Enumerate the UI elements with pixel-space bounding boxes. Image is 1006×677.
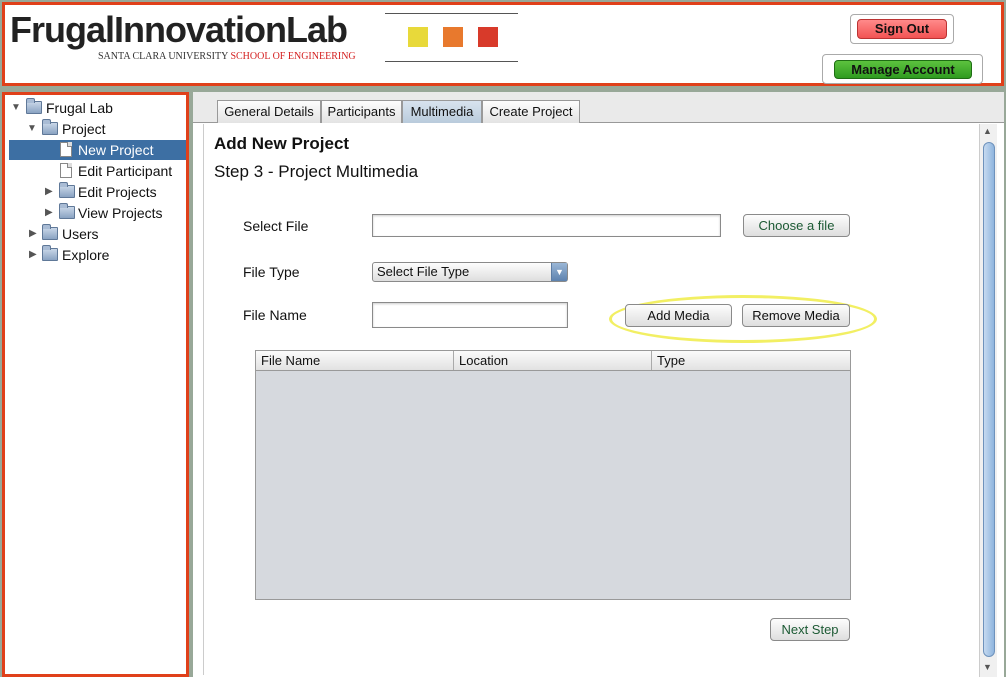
document-icon xyxy=(60,142,72,157)
tree-item-label: View Projects xyxy=(78,205,163,221)
file-type-select[interactable]: Select File Type ▼ xyxy=(372,262,568,282)
logo-subtitle-university: SANTA CLARA UNIVERSITY xyxy=(98,51,228,62)
expanded-arrow-icon[interactable]: ▼ xyxy=(27,119,37,139)
table-header: File Name Location Type xyxy=(256,351,850,371)
document-icon xyxy=(60,163,72,178)
tree-item-label: Users xyxy=(62,226,99,242)
tab-general-details[interactable]: General Details xyxy=(217,100,321,123)
tree-item-users[interactable]: ▶ Users xyxy=(9,224,187,244)
select-file-input[interactable] xyxy=(372,214,721,237)
tree-item-project[interactable]: ▼ Project xyxy=(9,119,187,139)
page-title: Add New Project xyxy=(214,134,350,153)
column-header-type[interactable]: Type xyxy=(652,351,850,370)
file-name-label: File Name xyxy=(243,307,307,323)
folder-icon xyxy=(59,182,75,198)
folder-icon xyxy=(59,203,75,219)
column-header-location[interactable]: Location xyxy=(454,351,652,370)
next-step-button[interactable]: Next Step xyxy=(770,618,850,641)
tree-item-new-project[interactable]: New Project xyxy=(9,140,186,160)
collapsed-arrow-icon[interactable]: ▶ xyxy=(29,245,37,265)
main-panel: General Details Participants Multimedia … xyxy=(193,92,1004,677)
tree-item-label: New Project xyxy=(78,142,154,158)
folder-icon xyxy=(42,224,58,240)
scroll-down-arrow-icon[interactable]: ▼ xyxy=(983,662,992,672)
vertical-scrollbar[interactable]: ▲ ▼ xyxy=(979,124,997,677)
step-subtitle: Step 3 - Project Multimedia xyxy=(214,162,419,181)
tab-participants[interactable]: Participants xyxy=(321,100,402,123)
select-file-label: Select File xyxy=(243,218,309,234)
file-type-label: File Type xyxy=(243,264,300,280)
tree-item-label: Project xyxy=(62,121,106,137)
expanded-arrow-icon[interactable]: ▼ xyxy=(11,98,21,118)
header-divider-bottom xyxy=(385,61,518,62)
multimedia-form: Add New Project Step 3 - Project Multime… xyxy=(203,124,983,675)
tree-item-label: Frugal Lab xyxy=(46,100,113,116)
manage-account-button[interactable]: Manage Account xyxy=(834,60,972,79)
tree-item-view-projects[interactable]: ▶ View Projects xyxy=(9,203,187,223)
add-media-button[interactable]: Add Media xyxy=(625,304,732,327)
tree-item-label: Edit Projects xyxy=(78,184,157,200)
folder-icon xyxy=(42,119,58,135)
file-type-selected-value: Select File Type xyxy=(377,264,470,279)
logo-subtitle: SANTA CLARA UNIVERSITY SCHOOL OF ENGINEE… xyxy=(98,51,356,62)
orange-square-icon xyxy=(443,27,463,47)
folder-icon xyxy=(26,98,42,114)
tab-multimedia[interactable]: Multimedia xyxy=(402,100,482,123)
red-square-icon xyxy=(478,27,498,47)
tree-item-edit-participant[interactable]: Edit Participant xyxy=(9,161,187,181)
choose-file-button[interactable]: Choose a file xyxy=(743,214,850,237)
logo-subtitle-school: SCHOOL OF ENGINEERING xyxy=(230,51,356,62)
header-divider-top xyxy=(385,13,518,14)
collapsed-arrow-icon[interactable]: ▶ xyxy=(45,203,53,223)
tab-create-project[interactable]: Create Project xyxy=(482,100,580,123)
sign-out-frame: Sign Out xyxy=(850,14,954,44)
scroll-thumb[interactable] xyxy=(983,142,995,657)
tree-item-label: Edit Participant xyxy=(78,163,173,179)
app-header: FrugalInnovationLab SANTA CLARA UNIVERSI… xyxy=(2,2,1004,86)
collapsed-arrow-icon[interactable]: ▶ xyxy=(29,224,37,244)
tree-item-label: Explore xyxy=(62,247,110,263)
scroll-up-arrow-icon[interactable]: ▲ xyxy=(983,126,992,136)
tree-item-frugal-lab[interactable]: ▼ Frugal Lab xyxy=(9,98,187,118)
folder-icon xyxy=(42,245,58,261)
column-header-file-name[interactable]: File Name xyxy=(256,351,454,370)
file-name-input[interactable] xyxy=(372,302,568,328)
remove-media-button[interactable]: Remove Media xyxy=(742,304,850,327)
yellow-square-icon xyxy=(408,27,428,47)
tree-item-edit-projects[interactable]: ▶ Edit Projects xyxy=(9,182,187,202)
sign-out-button[interactable]: Sign Out xyxy=(857,19,947,39)
logo: FrugalInnovationLab xyxy=(10,9,348,50)
manage-account-frame: Manage Account xyxy=(822,54,983,84)
media-table: File Name Location Type xyxy=(255,350,851,600)
tab-bar: General Details Participants Multimedia … xyxy=(193,92,1004,123)
tree-item-explore[interactable]: ▶ Explore xyxy=(9,245,187,265)
navigation-tree: ▼ Frugal Lab ▼ Project New Project Edit … xyxy=(2,92,189,677)
collapsed-arrow-icon[interactable]: ▶ xyxy=(45,182,53,202)
chevron-down-icon: ▼ xyxy=(551,263,567,281)
